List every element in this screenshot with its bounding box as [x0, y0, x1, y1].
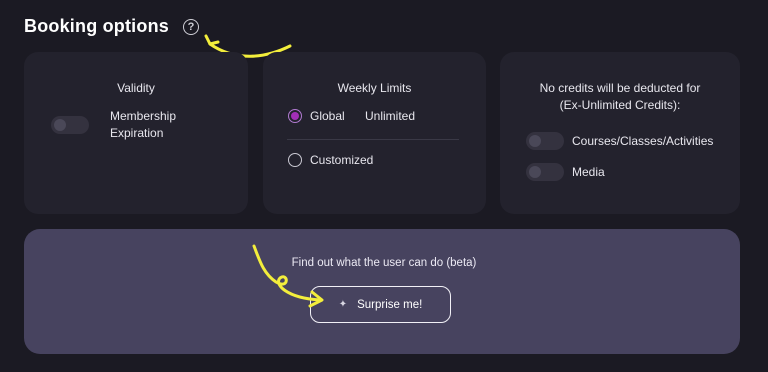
toggle-knob: [54, 119, 66, 131]
surprise-me-label: Surprise me!: [357, 298, 423, 311]
credits-title-line-2: (Ex-Unlimited Credits):: [559, 98, 681, 112]
beta-panel: Find out what the user can do (beta) ✦ S…: [24, 229, 740, 354]
surprise-me-button[interactable]: ✦ Surprise me!: [310, 286, 451, 323]
media-toggle[interactable]: [526, 163, 564, 181]
credits-title-line-1: No credits will be deducted for: [539, 81, 701, 95]
divider: [287, 139, 459, 140]
media-label: Media: [572, 165, 605, 179]
radio-global[interactable]: [288, 109, 302, 123]
credits-card: No credits will be deducted for (Ex-Unli…: [500, 52, 740, 214]
validity-card: Validity Membership Expiration: [24, 52, 248, 214]
customized-label: Customized: [310, 153, 374, 167]
label-line-1: Membership: [110, 109, 177, 123]
courses-toggle[interactable]: [526, 132, 564, 150]
membership-expiration-label: Membership Expiration: [110, 108, 176, 142]
sparkle-icon: ✦: [338, 299, 348, 310]
weekly-limits-title: Weekly Limits: [337, 81, 412, 95]
courses-label: Courses/Classes/Activities: [572, 134, 714, 148]
beta-description: Find out what the user can do (beta): [291, 257, 477, 269]
validity-title: Validity: [117, 81, 155, 95]
label-line-2: Expiration: [110, 126, 164, 140]
membership-expiration-toggle[interactable]: [51, 116, 89, 134]
toggle-knob: [529, 135, 541, 147]
question-circle-icon[interactable]: ?: [182, 18, 199, 35]
booking-options-header: Booking options ?: [24, 16, 199, 37]
weekly-limits-card: Weekly Limits Global Unlimited Customize…: [263, 52, 486, 214]
radio-customized[interactable]: [288, 153, 302, 167]
global-label: Global: [310, 109, 345, 123]
page-title: Booking options: [24, 16, 169, 36]
toggle-knob: [529, 166, 541, 178]
global-value: Unlimited: [365, 109, 416, 123]
